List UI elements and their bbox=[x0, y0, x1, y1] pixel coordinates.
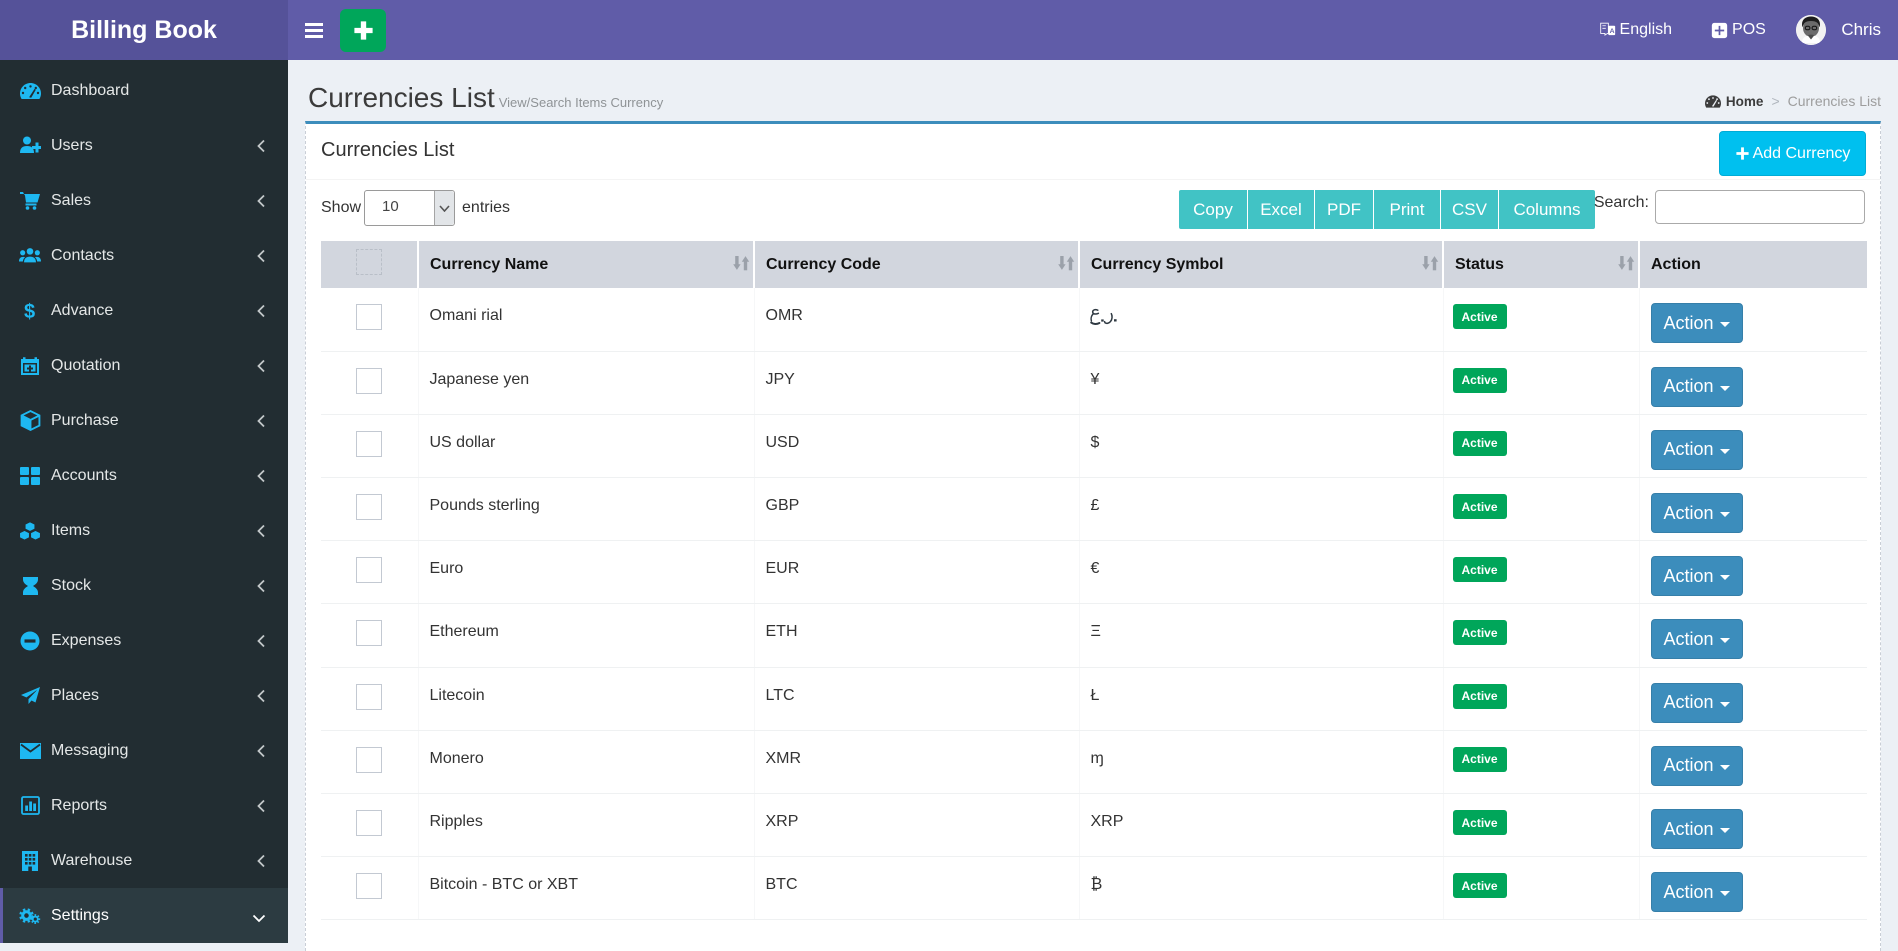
svg-text:A: A bbox=[1609, 28, 1614, 35]
svg-text:$: $ bbox=[24, 301, 35, 322]
